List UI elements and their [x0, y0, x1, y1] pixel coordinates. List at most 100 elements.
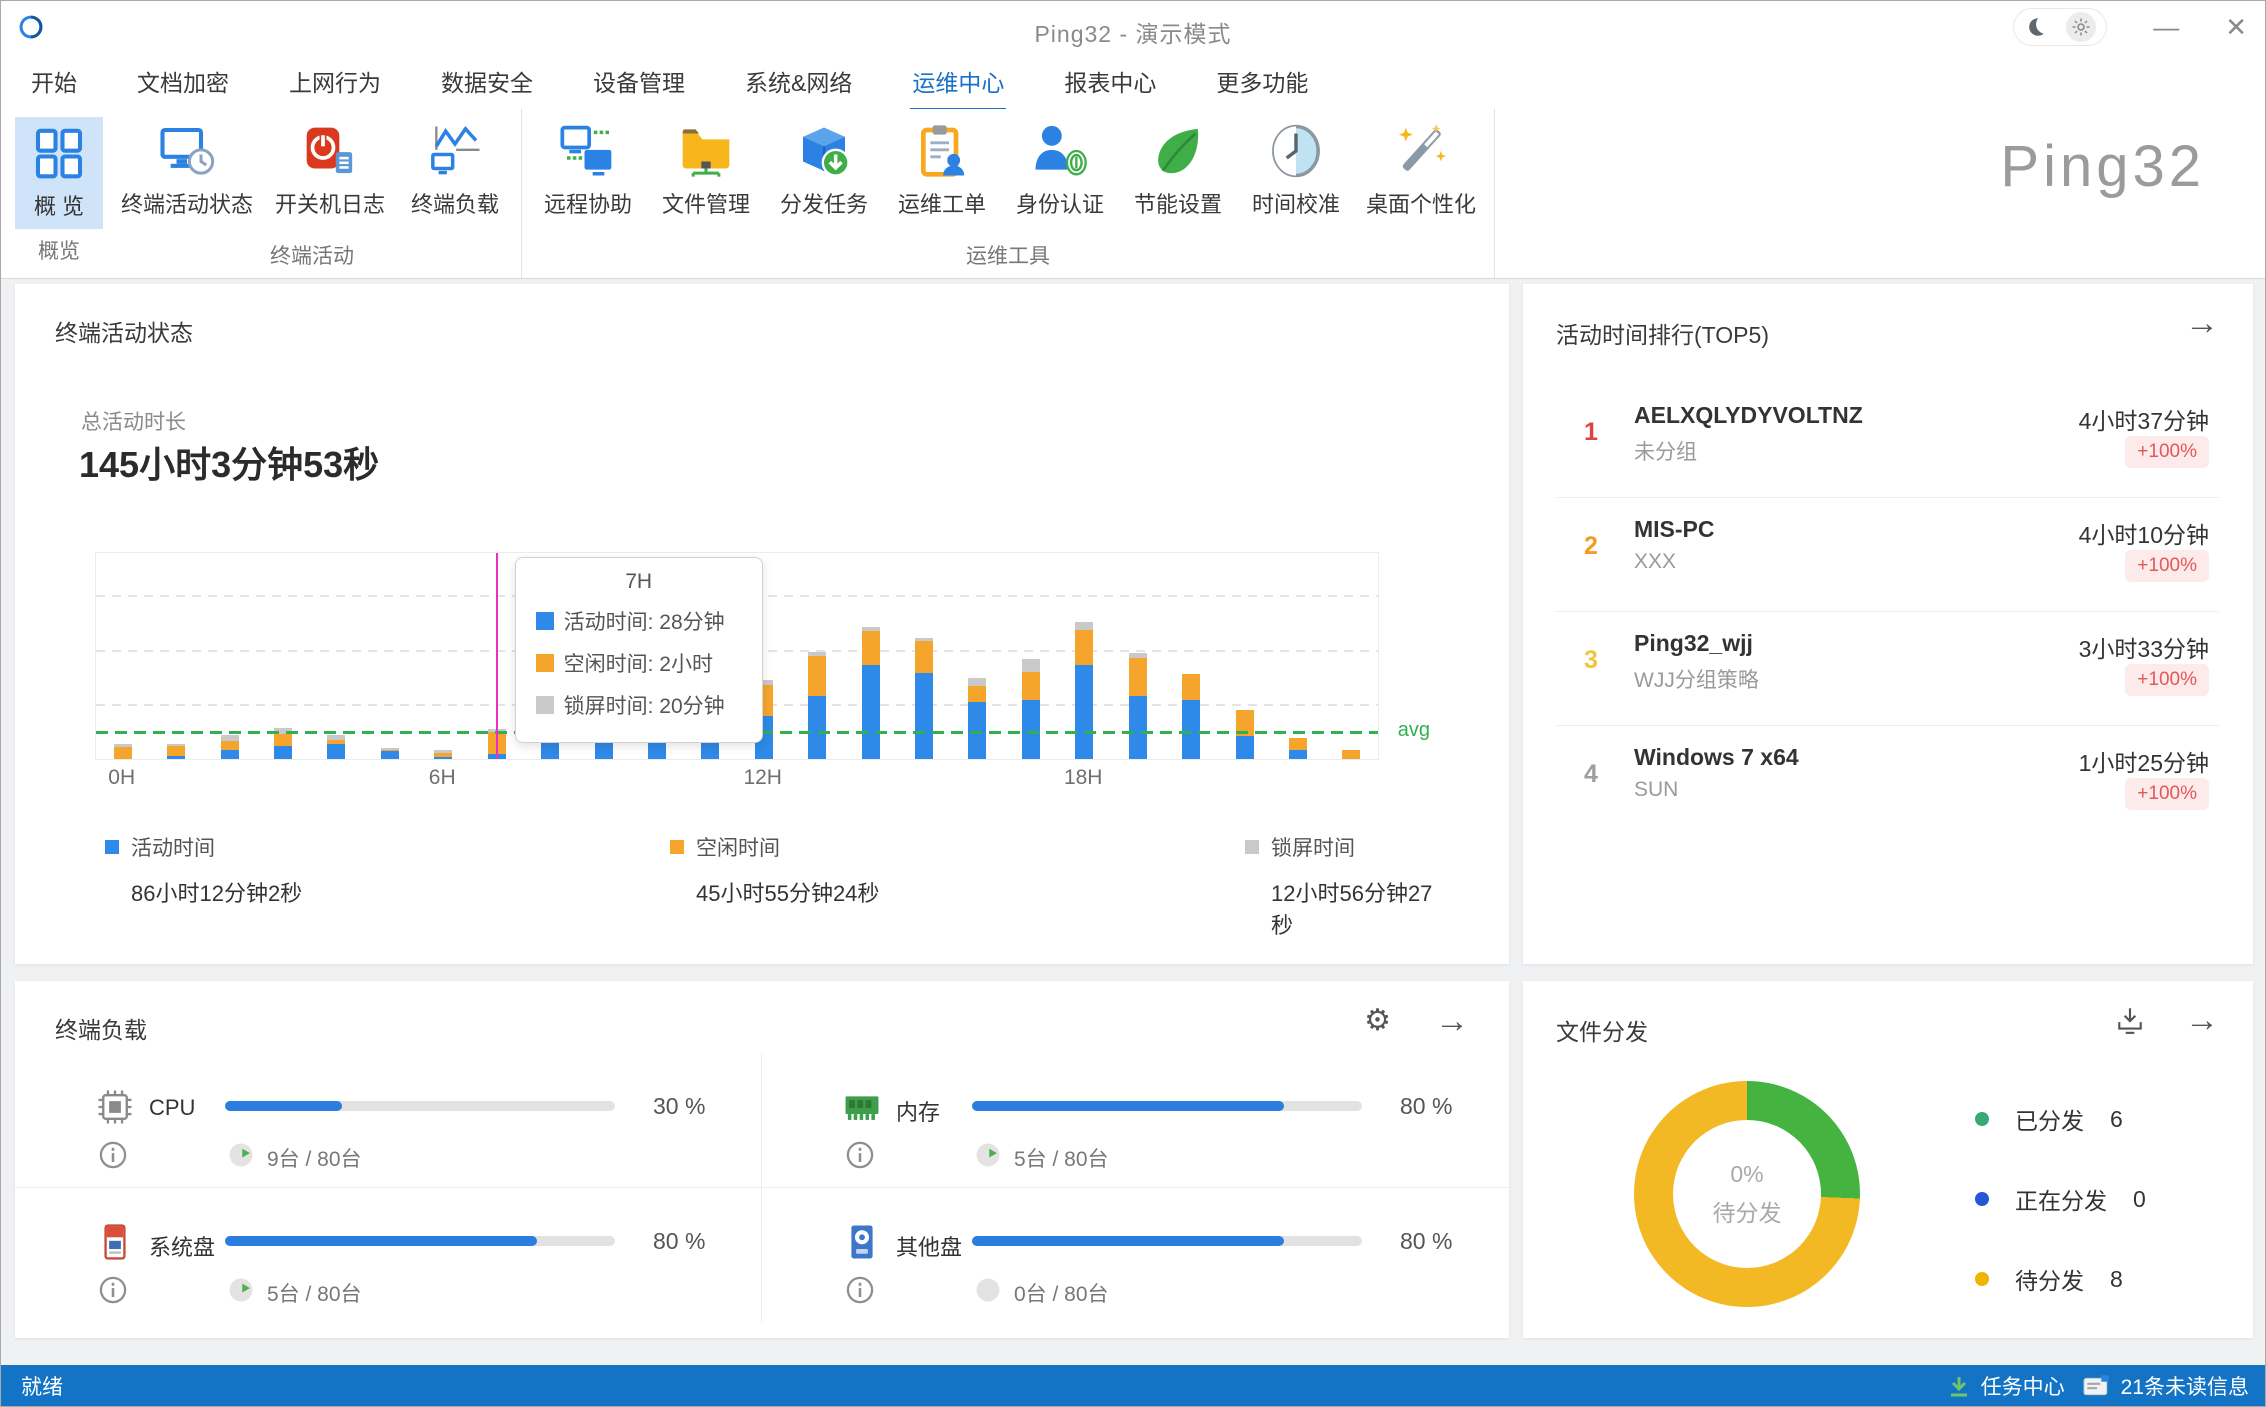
gear-icon[interactable]: ⚙: [1364, 1003, 1391, 1038]
bar-17H[interactable]: [1004, 553, 1057, 759]
menu-item-3[interactable]: 上网行为: [287, 58, 383, 104]
legend-label: 活动时间: [131, 832, 215, 862]
app-window: Ping32 - 演示模式 — ✕ 开始文档加密上网行为数据安全设备管理系统&网…: [0, 0, 2266, 1407]
load-more-arrow-icon[interactable]: →: [1435, 1004, 1469, 1038]
bar-23H[interactable]: [1325, 553, 1378, 759]
menu-item-5[interactable]: 设备管理: [591, 58, 687, 104]
bar-segment: [1022, 700, 1040, 759]
info-icon[interactable]: [846, 1141, 874, 1169]
ribbon-group-label: 运维工具: [532, 234, 1484, 274]
close-button[interactable]: ✕: [2225, 14, 2247, 40]
metric-percent: 30 %: [653, 1093, 705, 1120]
bar-6H[interactable]: [417, 553, 470, 759]
bar-segment: [968, 686, 986, 701]
remote-assist-icon: [560, 123, 616, 179]
terminal-activity-panel: 终端活动状态 总活动时长 145小时3分钟53秒 avg7H活动时间: 28分钟…: [15, 284, 1509, 964]
top5-more-arrow-icon[interactable]: →: [2185, 306, 2219, 340]
ribbon-button-load-chart[interactable]: 终端负载: [399, 117, 511, 225]
legend-chip-icon: [536, 696, 554, 714]
menu-item-8[interactable]: 报表中心: [1062, 58, 1158, 104]
task-center-button[interactable]: 任务中心: [1947, 1371, 2065, 1401]
chart-x-axis: 0H6H12H18H: [95, 766, 1377, 794]
minimize-button[interactable]: —: [2153, 14, 2179, 40]
download-tray-icon[interactable]: [2115, 1005, 2145, 1035]
bar-segment: [327, 744, 345, 759]
activity-bar-chart[interactable]: avg7H活动时间: 28分钟空闲时间: 2小时锁屏时间: 20分钟: [95, 552, 1379, 760]
bar-segment: [221, 741, 239, 751]
top5-item-1[interactable]: 1AELXQLYDYVOLTNZ未分组4小时37分钟+100%: [1556, 384, 2219, 498]
bar-2H[interactable]: [203, 553, 256, 759]
bar-14H[interactable]: [844, 553, 897, 759]
ribbon-button-distribute-box[interactable]: 分发任务: [768, 117, 880, 225]
bar-5H[interactable]: [363, 553, 416, 759]
legend-dot-icon: [1975, 1112, 1989, 1126]
cpu-icon: [95, 1087, 135, 1127]
rank-number: 4: [1584, 760, 1598, 789]
metric-label: 内存: [896, 1095, 940, 1127]
dist-legend-item[interactable]: 已分发6: [1975, 1101, 2146, 1137]
top5-item-3[interactable]: 3Ping32_wjjWJJ分组策略3小时33分钟+100%: [1556, 612, 2219, 726]
bar-3H[interactable]: [256, 553, 309, 759]
bar-22H[interactable]: [1271, 553, 1324, 759]
bar-4H[interactable]: [310, 553, 363, 759]
overview-button[interactable]: 概 览: [15, 117, 103, 229]
bar-18H[interactable]: [1058, 553, 1111, 759]
menu-item-6[interactable]: 系统&网络: [743, 58, 854, 104]
info-icon[interactable]: [846, 1276, 874, 1304]
bar-21H[interactable]: [1218, 553, 1271, 759]
bar-1H[interactable]: [149, 553, 202, 759]
dist-legend-item[interactable]: 待分发8: [1975, 1261, 2146, 1297]
ribbon-button-remote-assist[interactable]: 远程协助: [532, 117, 644, 225]
delta-badge: +100%: [2125, 778, 2209, 810]
legend-item[interactable]: 锁屏时间12小时56分钟27秒: [1245, 832, 1435, 940]
theme-toggle[interactable]: [2013, 8, 2107, 46]
work-order-icon: [914, 123, 970, 179]
menu-item-7[interactable]: 运维中心: [910, 58, 1006, 104]
load-panel-title: 终端负载: [55, 1011, 147, 1045]
legend-item[interactable]: 活动时间86小时12分钟2秒: [105, 832, 670, 940]
bar-15H[interactable]: [897, 553, 950, 759]
moon-icon[interactable]: [2024, 16, 2046, 38]
overview-button-label: 概 览: [34, 189, 84, 221]
menu-item-9[interactable]: 更多功能: [1214, 58, 1310, 104]
ribbon-button-power-log[interactable]: 开关机日志: [267, 117, 393, 225]
menu-item-4[interactable]: 数据安全: [439, 58, 535, 104]
sun-icon[interactable]: [2066, 12, 2096, 42]
bar-16H[interactable]: [951, 553, 1004, 759]
info-icon[interactable]: [99, 1141, 127, 1169]
ribbon-button-time-clock[interactable]: 时间校准: [1240, 117, 1352, 225]
bar-13H[interactable]: [790, 553, 843, 759]
info-icon[interactable]: [99, 1276, 127, 1304]
terminal-group: SUN: [1634, 778, 1678, 802]
dist-more-arrow-icon[interactable]: →: [2185, 1003, 2219, 1037]
ribbon-button-folder-manage[interactable]: 文件管理: [650, 117, 762, 225]
monitor-clock-icon: [159, 123, 215, 179]
menu-item-1[interactable]: 开始: [29, 58, 79, 104]
ribbon-button-label: 终端负载: [411, 187, 499, 219]
progress-fill: [225, 1236, 537, 1246]
ribbon-button-work-order[interactable]: 运维工单: [886, 117, 998, 225]
dist-legend-label: 已分发: [2015, 1102, 2084, 1136]
bar-19H[interactable]: [1111, 553, 1164, 759]
bar-segment: [1289, 738, 1307, 750]
top5-item-2[interactable]: 2MIS-PCXXX4小时10分钟+100%: [1556, 498, 2219, 612]
bar-20H[interactable]: [1164, 553, 1217, 759]
unread-messages-button[interactable]: 21条未读信息: [2083, 1371, 2249, 1401]
bar-segment: [968, 678, 986, 687]
ribbon-button-monitor-clock[interactable]: 终端活动状态: [113, 117, 261, 225]
dist-legend-item[interactable]: 正在分发0: [1975, 1181, 2146, 1217]
distribution-donut-chart[interactable]: 0% 待分发: [1634, 1081, 1860, 1307]
ribbon-button-energy-leaf[interactable]: 节能设置: [1122, 117, 1234, 225]
load-metric-内存: 内存80 %5台 / 80台: [762, 1053, 1509, 1188]
status-bar: 就绪 任务中心 21条未读信息: [1, 1365, 2265, 1406]
bar-segment: [114, 747, 132, 759]
ribbon-button-magic-wand[interactable]: 桌面个性化: [1358, 117, 1484, 225]
metric-percent: 80 %: [653, 1228, 705, 1255]
top5-item-4[interactable]: 4Windows 7 x64SUN1小时25分钟+100%: [1556, 726, 2219, 839]
brand-logo: Ping32: [1495, 109, 2265, 278]
ribbon-button-identity-fingerprint[interactable]: 身份认证: [1004, 117, 1116, 225]
legend-item[interactable]: 空闲时间45小时55分钟24秒: [670, 832, 1245, 940]
menu-item-2[interactable]: 文档加密: [135, 58, 231, 104]
bar-0H[interactable]: [96, 553, 149, 759]
legend-value: 12小时56分钟27秒: [1271, 876, 1435, 940]
